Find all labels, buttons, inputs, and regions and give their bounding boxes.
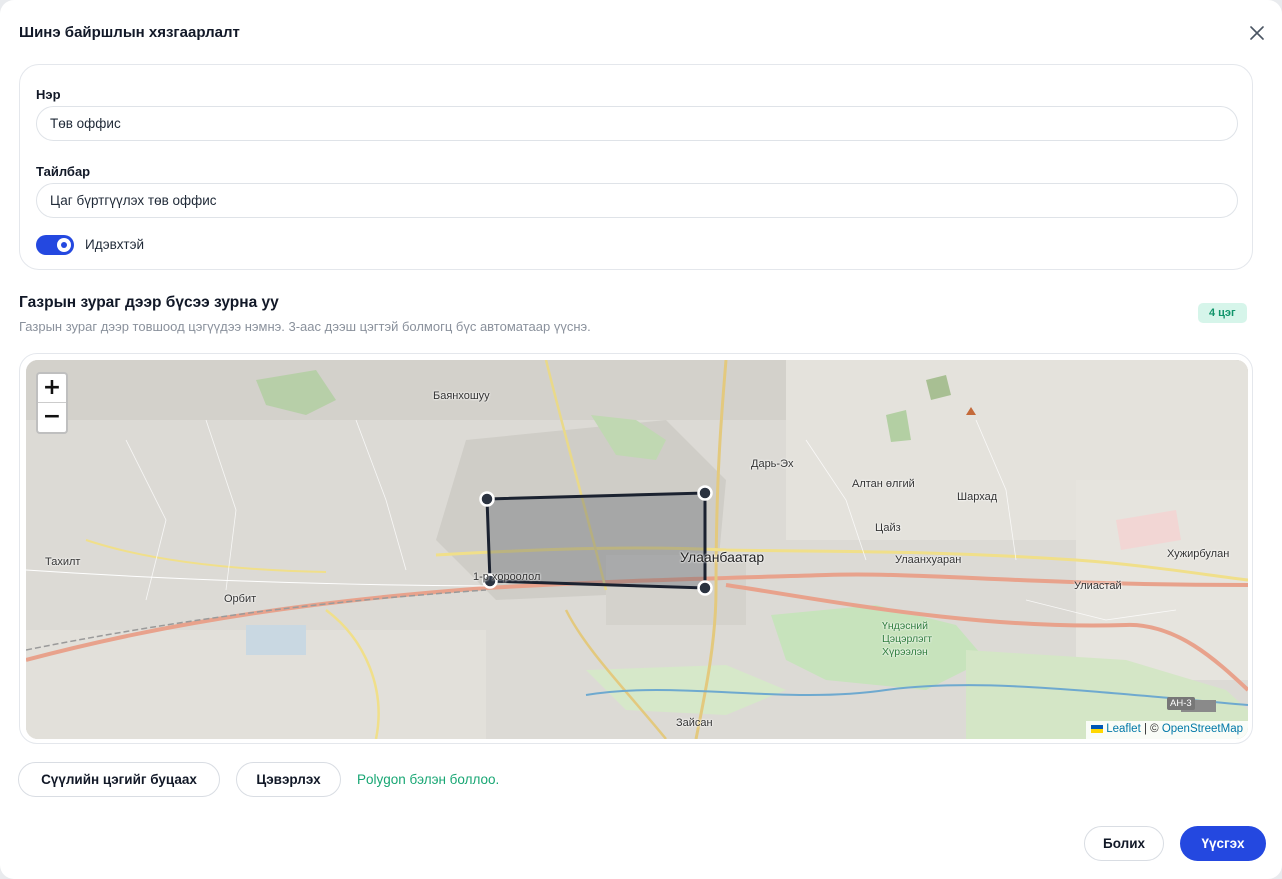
ukraine-flag-icon	[1091, 724, 1104, 733]
polygon-status: Polygon бэлэн боллоо.	[357, 772, 500, 787]
place-label: Баянхошуу	[433, 390, 490, 402]
active-label: Идэвхтэй	[85, 237, 145, 252]
dialog-title: Шинэ байршлын хязгаарлалт	[19, 24, 240, 41]
point-count-badge: 4 цэг	[1198, 303, 1247, 323]
name-label: Нэр	[36, 87, 61, 102]
map-section-description: Газрын зураг дээр товшоод цэгүүдээ нэмнэ…	[19, 319, 591, 334]
description-label: Тайлбар	[36, 164, 91, 179]
place-label: Улаанхуаран	[895, 554, 962, 566]
zone-polygon-layer	[479, 485, 713, 596]
polygon-vertex	[697, 485, 713, 501]
place-label: Алтан өлгий	[852, 478, 915, 490]
map-attribution: Leaflet | © OpenStreetMap	[1086, 721, 1248, 739]
clear-button[interactable]: Цэвэрлэх	[236, 762, 341, 797]
form-card: Нэр Тайлбар Идэвхтэй	[19, 64, 1253, 270]
road-shield: AH-3	[1167, 697, 1195, 710]
close-icon	[1250, 26, 1264, 40]
zoom-out-button[interactable]: −	[38, 403, 66, 432]
create-button[interactable]: Үүсгэх	[1180, 826, 1266, 861]
toggle-knob	[57, 238, 71, 252]
place-label: 1-р хороолол	[473, 571, 541, 583]
active-toggle[interactable]	[36, 235, 74, 255]
polygon-vertex	[697, 580, 713, 596]
zoom-in-button[interactable]: +	[38, 374, 66, 403]
place-label: Улиастай	[1074, 580, 1122, 592]
map-card: Баянхошуу Улаанбаатар Дарь-Эх Алтан өлги…	[19, 353, 1253, 744]
zoom-control: + −	[36, 372, 68, 434]
place-label-city: Улаанбаатар	[680, 549, 765, 565]
name-field[interactable]	[36, 106, 1238, 141]
leaflet-link[interactable]: Leaflet	[1106, 723, 1141, 735]
place-label: Орбит	[224, 593, 257, 605]
map-canvas[interactable]: Баянхошуу Улаанбаатар Дарь-Эх Алтан өлги…	[26, 360, 1248, 739]
place-label: Цайз	[875, 522, 901, 534]
place-label: Шархад	[957, 491, 998, 503]
location-dialog: Шинэ байршлын хязгаарлалт Нэр Тайлбар Ид…	[0, 0, 1282, 879]
close-button[interactable]	[1246, 22, 1268, 44]
attribution-separator: | ©	[1140, 723, 1162, 735]
park-label: Үндэсний Цэцэрлэгт Хүрээлэн	[882, 620, 933, 658]
place-label: Зайсан	[676, 717, 713, 729]
place-label: Тахилт	[45, 556, 81, 568]
place-label: Хужирбулан	[1167, 548, 1230, 560]
cancel-button[interactable]: Болих	[1084, 826, 1164, 861]
place-label: Дарь-Эх	[751, 458, 794, 470]
map-section-title: Газрын зураг дээр бүсээ зурна уу	[19, 294, 279, 311]
description-field[interactable]	[36, 183, 1238, 218]
openstreetmap-link[interactable]: OpenStreetMap	[1162, 723, 1243, 735]
undo-last-point-button[interactable]: Сүүлийн цэгийг буцаах	[18, 762, 220, 797]
polygon-vertex	[479, 491, 495, 507]
